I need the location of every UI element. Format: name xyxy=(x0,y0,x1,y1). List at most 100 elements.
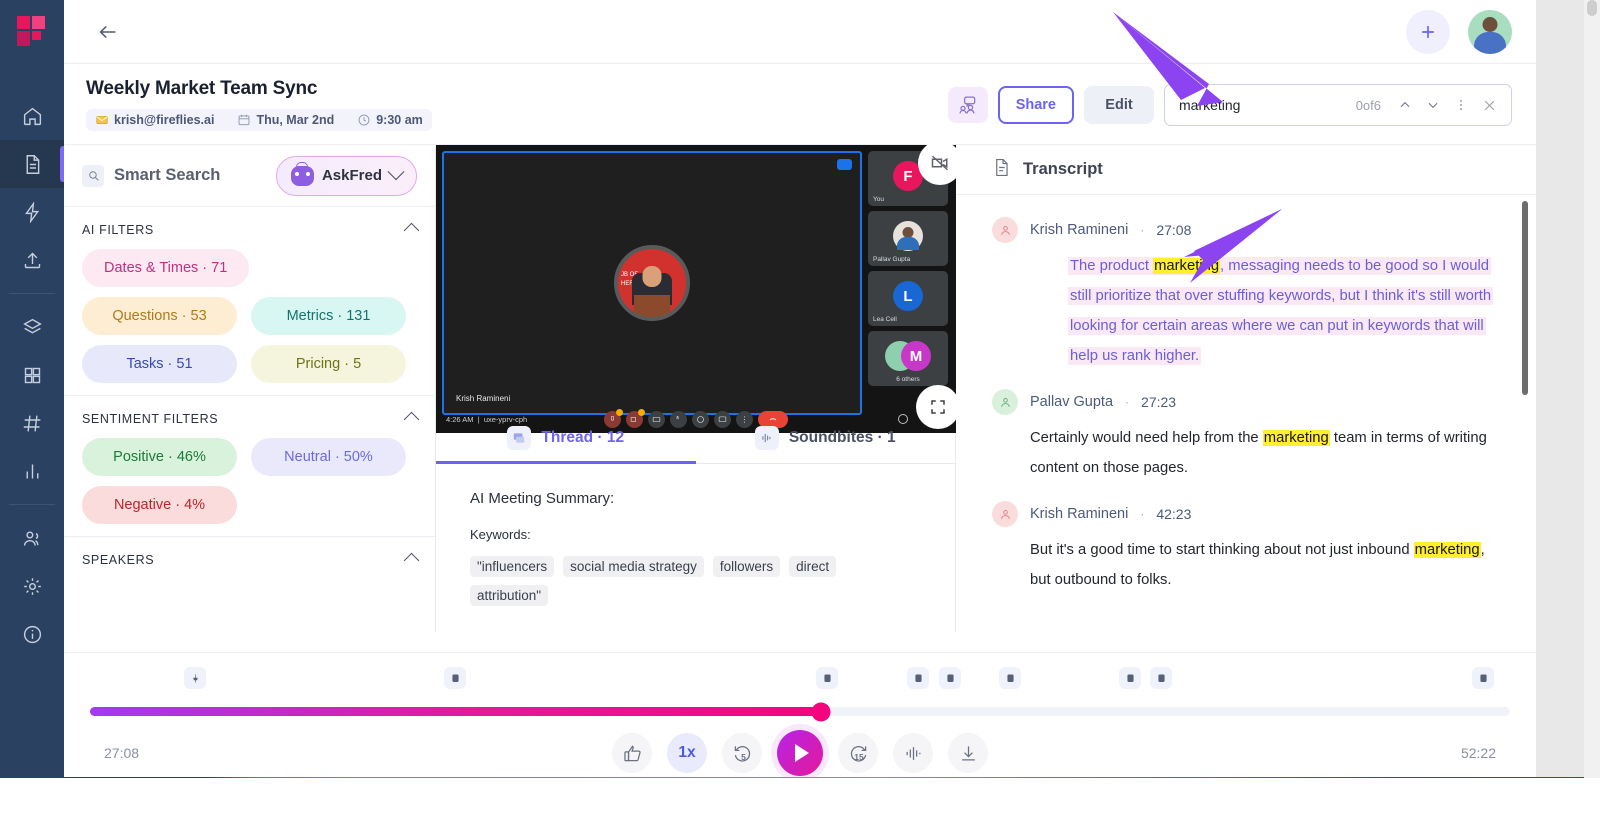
keyword-list: "influencers social media strategy followe… xyxy=(470,556,921,606)
utterance-text-body: Certainly would need help from the marke… xyxy=(1030,430,1487,476)
participant-label: Pallav Gupta xyxy=(873,256,911,263)
thread-content: AI Meeting Summary: Keywords: "influence… xyxy=(436,464,955,632)
chevron-up-icon[interactable] xyxy=(403,552,420,568)
back-button[interactable] xyxy=(88,12,128,52)
filter-chip[interactable]: Dates & Times · 71 xyxy=(82,249,250,287)
sidebar-item-channels[interactable] xyxy=(0,303,64,351)
filter-chip[interactable]: Tasks · 51 xyxy=(82,345,237,383)
search-match-highlight: marketing xyxy=(1262,430,1330,446)
filter-chip[interactable]: Pricing · 5 xyxy=(251,345,406,383)
note-icon xyxy=(823,674,831,682)
chevron-up-icon[interactable] xyxy=(403,411,420,427)
participant-tile[interactable]: Pallav Gupta xyxy=(868,211,948,266)
find-prev-button[interactable] xyxy=(1393,93,1417,117)
timeline-pin-marker[interactable] xyxy=(184,667,206,689)
fireflies-logo-icon[interactable] xyxy=(15,14,49,48)
filter-chip[interactable]: Metrics · 131 xyxy=(251,297,406,335)
participant-tile[interactable]: M 6 others xyxy=(868,331,948,386)
find-input[interactable]: marketing xyxy=(1179,97,1352,113)
thumbs-up-button[interactable] xyxy=(612,733,652,773)
find-more-button[interactable] xyxy=(1449,93,1473,117)
utterance-header: Krish Ramineni · 27:08 xyxy=(992,217,1496,243)
timeline-note-marker[interactable] xyxy=(1150,667,1172,689)
participants-button[interactable] xyxy=(947,87,988,123)
meeting-date-text: Thu, Mar 2nd xyxy=(256,113,335,127)
browser-scrollbar[interactable] xyxy=(1584,0,1600,778)
keyword-tag[interactable]: followers xyxy=(712,556,781,577)
sidebar-item-upload[interactable] xyxy=(0,236,64,284)
forward-button[interactable]: 15 xyxy=(838,733,878,773)
progress-track[interactable] xyxy=(90,702,1510,721)
sidebar-item-notes[interactable] xyxy=(0,140,64,188)
video-player[interactable]: JB OF HERN CA Krish Ramineni FYouPallav … xyxy=(436,141,962,433)
keyword-tag[interactable]: social media strategy xyxy=(563,556,704,577)
playback-speed-button[interactable]: 1x xyxy=(667,733,707,773)
askfred-button[interactable]: AskFred xyxy=(275,155,417,196)
progress-knob[interactable] xyxy=(811,702,831,721)
transcript-scrollbar[interactable] xyxy=(1522,201,1528,395)
filter-chip[interactable]: Negative · 4% xyxy=(82,486,237,524)
timeline-note-marker[interactable] xyxy=(1472,667,1494,689)
timeline-note-marker[interactable] xyxy=(816,667,838,689)
participant-avatar: L xyxy=(893,281,923,311)
play-button[interactable] xyxy=(777,730,823,776)
avatar-body xyxy=(1474,31,1506,54)
keyword-tag[interactable]: direct xyxy=(789,556,837,577)
transcript-utterance[interactable]: Krish Ramineni · 42:23 But it's a good time… xyxy=(992,501,1496,595)
keyword-tag[interactable]: "influencers xyxy=(470,556,555,577)
participant-tiles: F You Pallav Gupta L Lea Cell M 6 others xyxy=(868,151,948,391)
utterance-text[interactable]: The product marketing, messaging needs t… xyxy=(1030,251,1496,371)
utterance-text[interactable]: But it's a good time to start thinking a… xyxy=(1030,535,1496,595)
transcript-utterance[interactable]: Pallav Gupta · 27:23 Certainly would need h… xyxy=(992,389,1496,483)
filter-chip[interactable]: Positive · 46% xyxy=(82,438,237,476)
sidebar-item-analytics[interactable] xyxy=(0,447,64,495)
text-run: But it's a good time to start thinking a… xyxy=(1030,542,1414,558)
timeline-note-marker[interactable] xyxy=(1119,667,1141,689)
ai-filters-section: AI FILTERS Dates & Times · 71 Questions ·… xyxy=(64,207,435,396)
tab-thread[interactable]: Thread · 12 xyxy=(436,412,696,464)
chevron-up-icon[interactable] xyxy=(403,222,420,238)
meeting-meta: krish@fireflies.ai Thu, Mar 2nd 9:30 am xyxy=(86,109,432,131)
share-button[interactable]: Share xyxy=(997,86,1074,124)
transcript-title: Transcript xyxy=(1023,160,1103,178)
add-button[interactable] xyxy=(1406,9,1450,54)
sidebar-item-home[interactable] xyxy=(0,92,64,140)
transcript-utterance[interactable]: Krish Ramineni · 27:08 The product marketin… xyxy=(992,217,1496,371)
browser-scrollbar-thumb[interactable] xyxy=(1587,0,1597,16)
ai-filters-title: AI FILTERS xyxy=(82,223,154,237)
utterance-text[interactable]: Certainly would need help from the marke… xyxy=(1030,423,1496,483)
sidebar-item-topics[interactable] xyxy=(0,399,64,447)
rewind-button[interactable]: 5 xyxy=(722,733,762,773)
sidebar-item-help[interactable] xyxy=(0,610,64,658)
filter-chip[interactable]: Questions · 53 xyxy=(82,297,237,335)
filter-chip[interactable]: Neutral · 50% xyxy=(251,438,406,476)
meeting-header-text: Weekly Market Team Sync krish@fireflies.… xyxy=(86,78,432,132)
find-next-button[interactable] xyxy=(1421,93,1445,117)
sidebar-item-settings[interactable] xyxy=(0,562,64,610)
text-run: The product xyxy=(1070,258,1154,274)
keyword-tag[interactable]: attribution" xyxy=(470,585,549,606)
waveform-button[interactable] xyxy=(893,733,933,773)
sentiment-filter-chips: Positive · 46% Neutral · 50% Negative · 4% xyxy=(82,438,417,524)
timeline-note-marker[interactable] xyxy=(999,667,1021,689)
speaker-avatar-icon xyxy=(992,217,1018,243)
participants-icon xyxy=(959,96,975,114)
sidebar-item-apps[interactable] xyxy=(0,351,64,399)
timeline-note-marker[interactable] xyxy=(907,667,929,689)
sidebar-item-automation[interactable] xyxy=(0,188,64,236)
timeline-note-marker[interactable] xyxy=(444,667,466,689)
tab-soundbites[interactable]: Soundbites · 1 xyxy=(696,412,956,463)
find-close-button[interactable] xyxy=(1477,93,1501,117)
avatar[interactable] xyxy=(1468,9,1512,54)
video-speaker-name: Krish Ramineni xyxy=(456,394,511,403)
download-button[interactable] xyxy=(948,733,988,773)
utterance-header: Pallav Gupta · 27:23 xyxy=(992,389,1496,415)
edit-button[interactable]: Edit xyxy=(1084,86,1154,124)
tab-soundbites-label: Soundbites · 1 xyxy=(788,428,896,446)
sidebar-item-team[interactable] xyxy=(0,514,64,562)
note-icon xyxy=(1157,674,1165,682)
pin-icon xyxy=(192,673,198,683)
participant-label: You xyxy=(873,196,884,203)
participant-tile[interactable]: L Lea Cell xyxy=(868,271,948,326)
timeline-note-marker[interactable] xyxy=(939,667,961,689)
